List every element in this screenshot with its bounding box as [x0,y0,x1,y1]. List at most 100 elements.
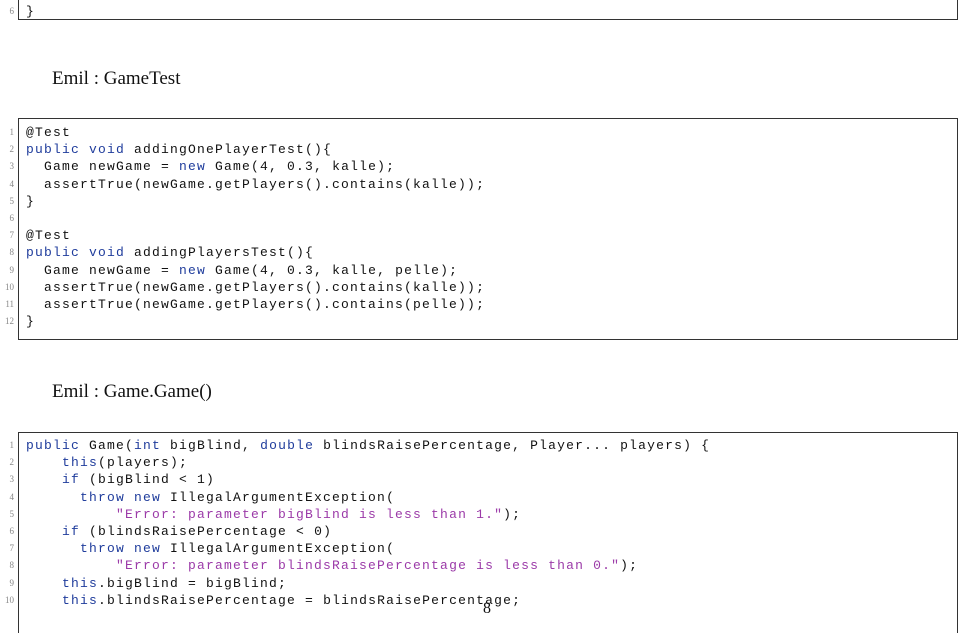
keyword: this [62,455,99,471]
line-number: 10 [5,281,14,292]
code-line: public void addingPlayersTest(){ [26,244,314,261]
code-line: if (blindsRaisePercentage < 0) [26,523,332,540]
code-text: assertTrue(newGame.getPlayers().contains… [26,176,486,192]
code-line: @Test [26,227,71,244]
code-line: public void addingOnePlayerTest(){ [26,141,332,158]
line-number: 8 [9,247,15,258]
code-line: } [26,3,35,20]
line-number: 2 [9,144,15,155]
code-line: throw new IllegalArgumentException( [26,540,395,557]
keyword: throw new [80,489,162,505]
code-text: blindsRaisePercentage, Player... players… [314,438,711,453]
code-text: Game(4, 0.3, kalle, pelle); [206,262,459,278]
code-text: @Test [26,125,72,140]
code-line: if (bigBlind < 1) [26,471,215,488]
keyword: double [260,438,315,453]
line-number: 7 [9,543,15,554]
line-number: 2 [9,457,15,468]
keyword: public [26,438,81,453]
line-number: 11 [5,299,14,309]
page-number: 8 [483,600,491,617]
line-number: 3 [9,474,15,485]
code-text: } [26,193,36,209]
code-text: (blindsRaisePercentage < 0) [80,524,333,539]
line-number: 9 [9,264,15,275]
line-number: 1 [9,440,15,450]
section-heading-gametest: Emil : GameTest [52,68,181,89]
code-line: } [26,313,35,330]
code-line: public Game(int bigBlind, double blindsR… [26,437,710,454]
line-number: 5 [9,508,15,519]
line-number: 9 [9,577,15,588]
section-heading-game-constructor: Emil : Game.Game() [52,381,212,402]
line-number: 8 [9,560,15,571]
line-number: 12 [5,316,14,327]
code-text: } [26,4,36,19]
line-number: 4 [9,491,15,502]
line-number: 1 [9,127,15,137]
line-number: 6 [9,213,15,223]
code-line: "Error: parameter blindsRaisePercentage … [26,557,638,574]
code-line: Game newGame = new Game(4, 0.3, kalle, p… [26,262,458,279]
code-line: throw new IllegalArgumentException( [26,489,395,506]
keyword: throw new [80,541,162,557]
string-literal: "Error: parameter blindsRaisePercentage … [116,558,621,574]
code-text: .bigBlind = bigBlind; [98,575,288,591]
code-text: Game newGame = [26,159,180,175]
code-text: addingPlayersTest(){ [125,245,315,261]
code-text: assertTrue(newGame.getPlayers().contains… [26,279,486,295]
code-text: addingOnePlayerTest(){ [125,142,333,158]
code-line: assertTrue(newGame.getPlayers().contains… [26,296,485,313]
code-line: } [26,193,35,210]
line-number: 10 [5,594,14,605]
code-line: assertTrue(newGame.getPlayers().contains… [26,176,485,193]
code-text: Game(4, 0.3, kalle); [206,159,396,175]
code-text: @Test [26,228,72,244]
line-number: 5 [9,195,15,206]
code-text: .blindsRaisePercentage = blindsRaisePerc… [98,592,522,608]
code-listing-1 [18,0,958,20]
code-line: @Test [26,124,71,141]
code-line: this.blindsRaisePercentage = blindsRaise… [26,592,521,609]
code-text: ); [503,506,522,522]
code-text: assertTrue(newGame.getPlayers().contains… [26,297,486,312]
line-number: 4 [9,178,15,189]
keyword: if [62,472,81,488]
code-text: IllegalArgumentException( [161,541,396,557]
code-text: Game( [80,438,135,453]
code-text: (bigBlind < 1) [80,472,216,488]
line-number: 6 [9,6,15,16]
keyword: public void [26,245,126,261]
code-text: ); [620,558,639,574]
code-line: "Error: parameter bigBlind is less than … [26,506,521,523]
code-line: this.bigBlind = bigBlind; [26,575,287,592]
keyword: this [62,592,99,608]
keyword: if [62,524,81,539]
line-number: 3 [9,161,15,172]
code-line: this(players); [26,454,188,471]
keyword: public void [26,142,126,158]
keyword: new [179,262,207,278]
code-line: assertTrue(newGame.getPlayers().contains… [26,279,485,296]
line-number: 6 [9,526,15,536]
code-text: bigBlind, [161,438,261,453]
code-text: } [26,314,36,330]
keyword: this [62,575,99,591]
code-text: Game newGame = [26,262,180,278]
string-literal: "Error: parameter bigBlind is less than … [116,506,504,522]
code-text: IllegalArgumentException( [161,489,396,505]
code-text: (players); [98,455,189,471]
line-number: 7 [9,230,15,241]
keyword: int [134,438,162,453]
code-line: Game newGame = new Game(4, 0.3, kalle); [26,158,395,175]
keyword: new [179,159,207,175]
